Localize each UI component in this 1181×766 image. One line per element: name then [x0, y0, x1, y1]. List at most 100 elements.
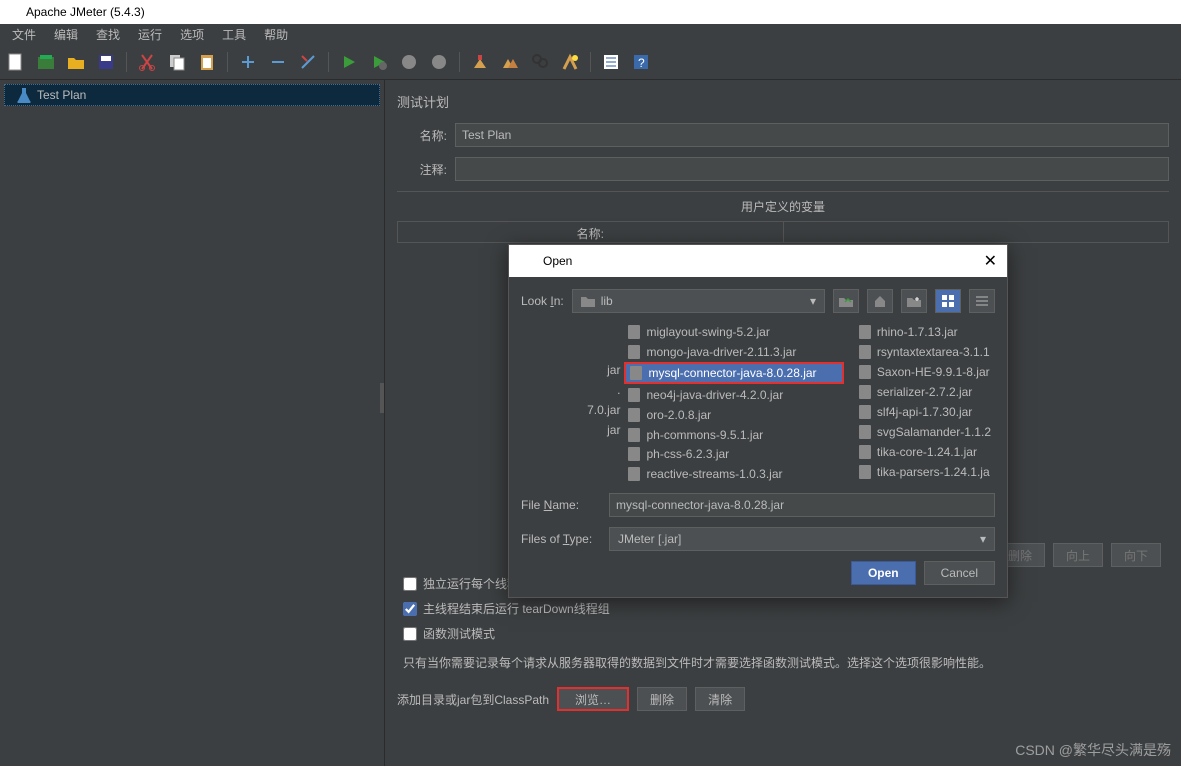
collapse-icon[interactable] — [266, 50, 290, 74]
clear-classpath-button[interactable]: 清除 — [695, 687, 745, 711]
copy-icon[interactable] — [165, 50, 189, 74]
file-item[interactable]: Saxon-HE-9.9.1-8.jar — [855, 363, 995, 381]
filetype-select[interactable]: JMeter [.jar] ▾ — [609, 527, 995, 551]
details-view-icon[interactable] — [969, 289, 995, 313]
open-icon[interactable] — [64, 50, 88, 74]
start-notimers-icon[interactable] — [367, 50, 391, 74]
file-item[interactable]: ph-commons-9.5.1.jar — [624, 426, 854, 444]
cancel-button[interactable]: Cancel — [924, 561, 995, 585]
help-icon[interactable]: ? — [629, 50, 653, 74]
independent-checkbox[interactable] — [403, 577, 417, 591]
comment-input[interactable] — [455, 157, 1169, 181]
toolbar-separator — [459, 52, 460, 72]
home-icon[interactable] — [867, 289, 893, 313]
file-item[interactable]: svgSalamander-1.1.2 — [855, 423, 995, 441]
file-icon — [859, 425, 871, 439]
menu-help[interactable]: 帮助 — [256, 25, 296, 44]
file-item-label: serializer-2.7.2.jar — [877, 385, 972, 399]
teardown-checkbox[interactable] — [403, 602, 417, 616]
file-icon — [859, 365, 871, 379]
toggle-icon[interactable] — [296, 50, 320, 74]
filename-label: File Name: — [521, 498, 601, 512]
file-item[interactable]: rsyntaxtextarea-3.1.1 — [855, 343, 995, 361]
expand-icon[interactable] — [236, 50, 260, 74]
delete-classpath-button[interactable]: 删除 — [637, 687, 687, 711]
file-item[interactable]: serializer-2.7.2.jar — [855, 383, 995, 401]
menu-file[interactable]: 文件 — [4, 25, 44, 44]
start-icon[interactable] — [337, 50, 361, 74]
file-item[interactable]: reactive-streams-1.0.3.jar — [624, 465, 854, 483]
toolbar-separator — [126, 52, 127, 72]
name-input[interactable] — [455, 123, 1169, 147]
clearall-icon[interactable] — [498, 50, 522, 74]
file-item[interactable]: mongo-java-driver-2.11.3.jar — [624, 343, 854, 361]
cut-icon[interactable] — [135, 50, 159, 74]
file-item-label: miglayout-swing-5.2.jar — [646, 325, 769, 339]
close-icon[interactable]: ✕ — [984, 251, 997, 271]
search-icon[interactable] — [528, 50, 552, 74]
file-item-label: tika-core-1.24.1.jar — [877, 445, 977, 459]
file-item[interactable]: jar — [521, 361, 624, 379]
col-name: 名称: — [398, 222, 784, 242]
teardown-label: 主线程结束后运行 tearDown线程组 — [423, 600, 610, 617]
file-item[interactable]: mysql-connector-java-8.0.28.jar — [626, 364, 842, 382]
open-dialog: Open ✕ Look In: lib ▾ jar.7.0.jarjar mig… — [508, 244, 1008, 598]
menu-options[interactable]: 选项 — [172, 25, 212, 44]
app-icon — [8, 4, 20, 20]
file-icon — [859, 345, 871, 359]
comment-label: 注释: — [397, 161, 447, 178]
up-button[interactable]: 向上 — [1053, 543, 1103, 567]
file-item-label: slf4j-api-1.7.30.jar — [877, 405, 972, 419]
file-item[interactable]: neo4j-java-driver-4.2.0.jar — [624, 386, 854, 404]
new-icon[interactable] — [4, 50, 28, 74]
templates-icon[interactable] — [34, 50, 58, 74]
file-item[interactable]: 7.0.jar — [521, 401, 624, 419]
file-item[interactable]: tika-core-1.24.1.jar — [855, 443, 995, 461]
file-item[interactable]: . — [521, 381, 624, 399]
file-icon — [859, 385, 871, 399]
panel-title: 测试计划 — [397, 88, 1169, 123]
file-list[interactable]: jar. 7.0.jar jar miglayout-swing-5.2.jar mo… — [521, 323, 995, 483]
functional-checkbox[interactable] — [403, 627, 417, 641]
file-item[interactable]: miglayout-swing-5.2.jar — [624, 323, 854, 341]
toolbar-separator — [590, 52, 591, 72]
dialog-app-icon — [519, 253, 531, 269]
file-item[interactable]: jar — [521, 421, 624, 439]
stop-icon[interactable] — [397, 50, 421, 74]
file-item[interactable]: ph-css-6.2.3.jar — [624, 446, 854, 464]
chevron-down-icon: ▾ — [810, 294, 816, 308]
up-folder-icon[interactable] — [833, 289, 859, 313]
shutdown-icon[interactable] — [427, 50, 451, 74]
paste-icon[interactable] — [195, 50, 219, 74]
file-icon — [628, 345, 640, 359]
clear-icon[interactable] — [468, 50, 492, 74]
file-item[interactable]: oro-2.0.8.jar — [624, 406, 854, 424]
folder-icon — [581, 295, 595, 307]
menu-tools[interactable]: 工具 — [214, 25, 254, 44]
name-label: 名称: — [397, 127, 447, 144]
filename-input[interactable] — [609, 493, 995, 517]
lookin-select[interactable]: lib ▾ — [572, 289, 825, 313]
vars-header: 用户定义的变量 — [397, 191, 1169, 221]
split-handle[interactable] — [380, 383, 384, 413]
watermark: CSDN @繁华尽头满是殇 — [1015, 740, 1171, 760]
down-button[interactable]: 向下 — [1111, 543, 1161, 567]
file-item[interactable]: rhino-1.7.13.jar — [855, 323, 995, 341]
menu-run[interactable]: 运行 — [130, 25, 170, 44]
list-view-icon[interactable] — [935, 289, 961, 313]
open-button[interactable]: Open — [851, 561, 916, 585]
file-item[interactable]: slf4j-api-1.7.30.jar — [855, 403, 995, 421]
new-folder-icon[interactable] — [901, 289, 927, 313]
tree-root[interactable]: Test Plan — [4, 84, 380, 106]
save-icon[interactable] — [94, 50, 118, 74]
file-item[interactable]: tika-parsers-1.24.1.ja — [855, 463, 995, 481]
filetype-value: JMeter [.jar] — [618, 532, 681, 546]
file-item-label: ph-css-6.2.3.jar — [646, 447, 729, 461]
reset-search-icon[interactable] — [558, 50, 582, 74]
browse-button[interactable]: 浏览… — [557, 687, 629, 711]
vars-table-header: 名称: — [397, 221, 1169, 243]
svg-text:?: ? — [638, 56, 645, 70]
menu-edit[interactable]: 编辑 — [46, 25, 86, 44]
menu-search[interactable]: 查找 — [88, 25, 128, 44]
function-helper-icon[interactable] — [599, 50, 623, 74]
